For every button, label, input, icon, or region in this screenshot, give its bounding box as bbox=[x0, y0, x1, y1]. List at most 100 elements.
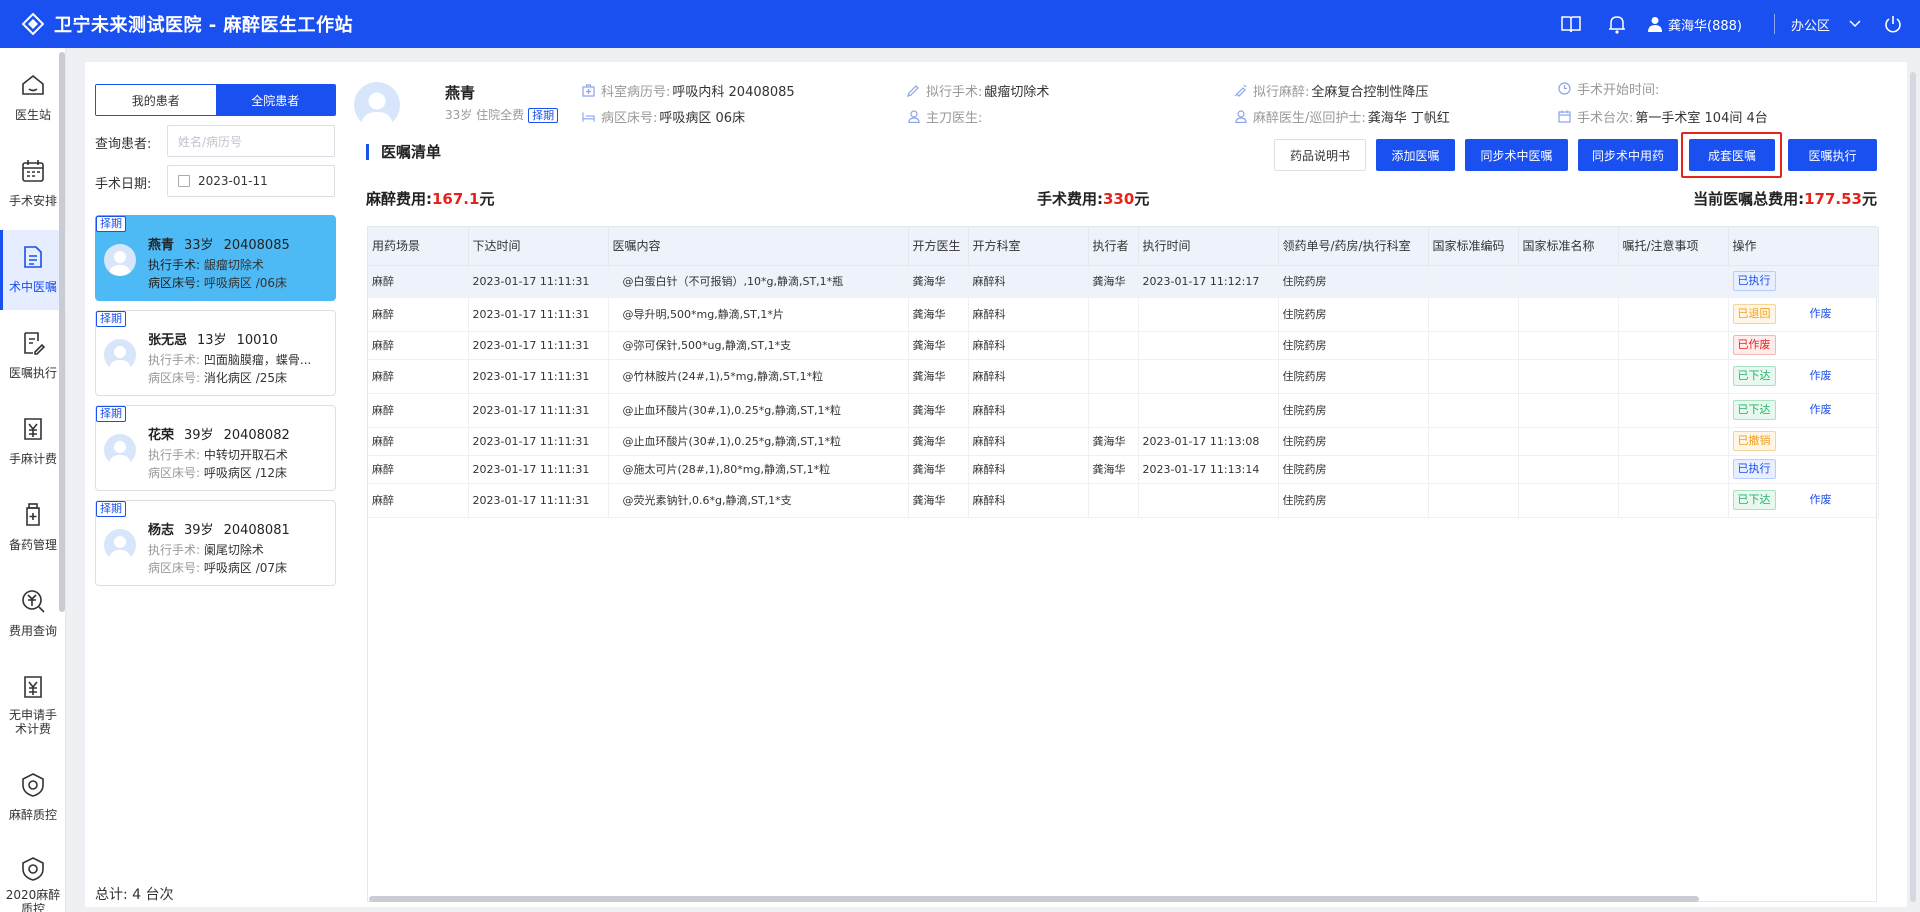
table-cell bbox=[1618, 455, 1729, 484]
sync-orders-button[interactable]: 同步术中医嘱 bbox=[1465, 139, 1568, 171]
table-cell bbox=[1618, 483, 1729, 518]
patient-name: 张无忌 bbox=[148, 333, 188, 348]
nav-item-drug-prep[interactable]: 备药管理 bbox=[0, 488, 66, 568]
nav-item-fee-query[interactable]: 费用查询 bbox=[0, 574, 66, 654]
user-name: 龚海华(888) bbox=[1668, 18, 1742, 34]
patient-name: 杨志 bbox=[148, 523, 175, 538]
table-cell bbox=[1518, 455, 1619, 484]
operation-cell: 已作废 bbox=[1727, 331, 1879, 360]
patient-id: 20408081 bbox=[223, 523, 290, 538]
column-header: 国家标准名称 bbox=[1518, 227, 1619, 266]
table-cell bbox=[1428, 455, 1519, 484]
nav-item-intraop-orders[interactable]: 术中医嘱 bbox=[0, 230, 66, 310]
drug-manual-button[interactable]: 药品说明书 bbox=[1274, 139, 1366, 171]
table-row[interactable]: 麻醉 2023-01-17 11:11:31 @竹林胺片(24#,1),5*mg,静… bbox=[368, 359, 1879, 394]
office-selector[interactable]: 办公区 bbox=[1791, 15, 1830, 34]
void-order-link[interactable]: 作废 bbox=[1810, 403, 1832, 416]
nav-item-surgery-schedule[interactable]: 手术安排 bbox=[0, 144, 66, 224]
quality-control-icon bbox=[18, 770, 48, 800]
nav-label: 费用查询 bbox=[8, 624, 57, 638]
nav-label: 2020麻醉质控 bbox=[5, 888, 61, 912]
patient-card[interactable]: 择期 杨志 39岁 20408081 执行手术: 阑尾切除术 病区床号: 呼吸病区 … bbox=[95, 500, 336, 586]
void-order-link[interactable]: 作废 bbox=[1810, 369, 1832, 382]
bell-icon[interactable] bbox=[1606, 13, 1628, 35]
elective-badge: 择期 bbox=[96, 406, 126, 422]
void-order-link[interactable]: 作废 bbox=[1810, 493, 1832, 506]
chevron-down-icon[interactable] bbox=[1844, 13, 1866, 35]
nav-item-order-execution[interactable]: 医嘱执行 bbox=[0, 316, 66, 396]
table-horizontal-scrollbar[interactable] bbox=[369, 896, 1699, 902]
table-cell bbox=[1088, 297, 1139, 332]
anesthetist-info: 麻醉医生/巡回护士: 龚海华 丁帆红 bbox=[1234, 107, 1450, 126]
nav-label: 医嘱执行 bbox=[8, 366, 57, 380]
table-row[interactable]: 麻醉 2023-01-17 11:11:31 @止血环酸片(30#,1),0.25*… bbox=[368, 393, 1879, 428]
patient-id: 20408082 bbox=[223, 428, 290, 443]
page-vertical-scrollbar[interactable] bbox=[1910, 72, 1916, 902]
sync-drugs-button[interactable]: 同步术中用药 bbox=[1578, 139, 1678, 171]
table-cell: 龚海华 bbox=[908, 331, 969, 360]
nav-item-anesthesia-billing[interactable]: 手麻计费 bbox=[0, 402, 66, 482]
elective-badge: 择期 bbox=[96, 501, 126, 517]
person-icon bbox=[1234, 110, 1247, 123]
table-row[interactable]: 麻醉 2023-01-17 11:11:31 @止血环酸片(30#,1),0.25*… bbox=[368, 427, 1879, 456]
table-cell: 住院药房 bbox=[1278, 393, 1429, 428]
elective-badge: 择期 bbox=[96, 216, 126, 232]
table-row[interactable]: 麻醉 2023-01-17 11:11:31 @导升明,500*mg,静滴,ST,1… bbox=[368, 297, 1879, 332]
column-header: 下达时间 bbox=[468, 227, 609, 266]
table-cell bbox=[1138, 359, 1279, 394]
elective-badge: 择期 bbox=[96, 311, 126, 327]
field-key: 麻醉医生/巡回护士: bbox=[1253, 111, 1366, 126]
surgery-key: 执行手术: bbox=[148, 353, 201, 367]
patient-card[interactable]: 择期 花荣 39岁 20408082 执行手术: 中转切开取石术 病区床号: 呼吸病… bbox=[95, 405, 336, 491]
divider bbox=[1773, 14, 1775, 34]
tab-my-patients[interactable]: 我的患者 bbox=[96, 85, 216, 115]
fee-unit: 元 bbox=[1861, 190, 1877, 208]
table-cell: 住院药房 bbox=[1278, 297, 1429, 332]
current-user[interactable]: 龚海华(888) bbox=[1648, 15, 1742, 34]
patient-id: 20408085 bbox=[223, 238, 290, 253]
nav-item-anesthesia-qc-2020[interactable]: 2020麻醉质控 bbox=[0, 844, 66, 912]
tab-all-patients[interactable]: 全院患者 bbox=[215, 85, 335, 115]
status-badge: 已下达 bbox=[1732, 490, 1776, 510]
table-row[interactable]: 麻醉 2023-01-17 11:11:31 @施太可片(28#,1),80*mg,… bbox=[368, 455, 1879, 484]
add-order-button[interactable]: 添加医嘱 bbox=[1376, 139, 1455, 171]
table-cell bbox=[1618, 359, 1729, 394]
table-cell bbox=[1518, 331, 1619, 360]
table-row[interactable]: 麻醉 2023-01-17 11:11:31 @荧光素钠针,0.6*g,静滴,ST,… bbox=[368, 483, 1879, 518]
table-cell: 住院药房 bbox=[1278, 359, 1429, 394]
nav-item-anesthesia-qc[interactable]: 麻醉质控 bbox=[0, 758, 66, 838]
column-header: 用药场景 bbox=[368, 227, 469, 266]
nav-item-doctor-station[interactable]: 医生站 bbox=[0, 58, 66, 138]
patient-card[interactable]: 择期 张无忌 13岁 10010 执行手术: 凹面脑膜瘤，蝶骨... 病区床号: 消… bbox=[95, 310, 336, 396]
table-cell: 麻醉 bbox=[368, 393, 469, 428]
patient-search-input[interactable]: 姓名/病历号 bbox=[167, 125, 335, 157]
surgery-date-value: 2023-01-11 bbox=[198, 174, 268, 188]
void-order-link[interactable]: 作废 bbox=[1810, 307, 1832, 320]
table-cell bbox=[1618, 331, 1729, 360]
operation-cell: 已退回 作废 bbox=[1727, 297, 1879, 332]
table-cell bbox=[1618, 393, 1729, 428]
execute-order-button[interactable]: 医嘱执行 bbox=[1788, 139, 1877, 171]
medical-kit-icon bbox=[582, 84, 595, 97]
power-icon[interactable] bbox=[1882, 13, 1904, 35]
elective-badge: 择期 bbox=[528, 108, 559, 123]
table-cell: 麻醉 bbox=[368, 265, 469, 298]
field-key: 拟行麻醉: bbox=[1253, 85, 1310, 100]
surgery-date-picker[interactable]: 2023-01-11 bbox=[167, 165, 335, 197]
fee-value: 330 bbox=[1103, 190, 1135, 208]
table-cell: 麻醉科 bbox=[968, 331, 1089, 360]
app-title: 卫宁未来测试医院 - 麻醉医生工作站 bbox=[54, 15, 354, 36]
book-icon[interactable] bbox=[1560, 13, 1582, 35]
avatar bbox=[104, 434, 136, 466]
table-row[interactable]: 麻醉 2023-01-17 11:11:31 @弥可保针,500*ug,静滴,ST,… bbox=[368, 331, 1879, 360]
calendar-icon bbox=[178, 175, 190, 187]
operation-cell: 已执行 bbox=[1727, 265, 1879, 298]
patient-age: 13岁 bbox=[197, 333, 227, 348]
field-value: 第一手术室 104间 4台 bbox=[1635, 111, 1768, 126]
table-cell: @止血环酸片(30#,1),0.25*g,静滴,ST,1*粒 bbox=[608, 427, 909, 456]
table-cell: 麻醉科 bbox=[968, 265, 1089, 298]
patient-card[interactable]: 择期 燕青 33岁 20408085 执行手术: 龈瘤切除术 病区床号: 呼吸病区 … bbox=[95, 215, 336, 301]
table-row[interactable]: 麻醉 2023-01-17 11:11:31 @白蛋白针（不可报销）,10*g,静滴… bbox=[368, 265, 1879, 298]
nav-item-no-request-billing[interactable]: 无申请手术计费 bbox=[0, 660, 66, 752]
nav-scrollbar[interactable] bbox=[59, 52, 65, 612]
